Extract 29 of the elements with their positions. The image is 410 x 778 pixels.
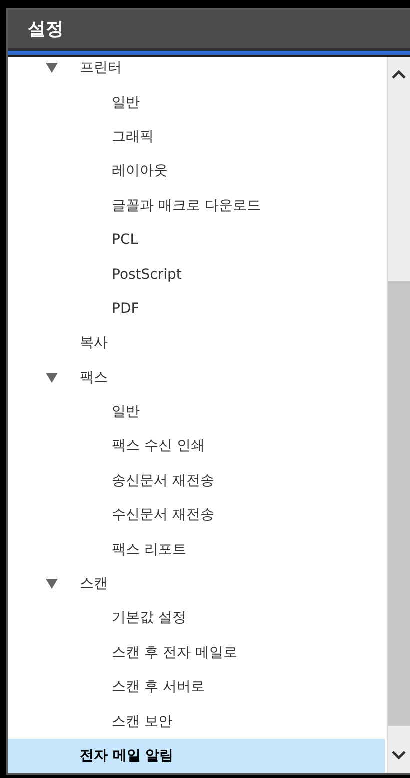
tree-item[interactable]: 수신문서 재전송 xyxy=(8,498,385,532)
panel-title: 설정 xyxy=(28,18,64,41)
expand-triangle-icon[interactable] xyxy=(46,372,58,383)
expand-triangle-icon[interactable] xyxy=(46,63,58,74)
tree-item[interactable]: 그래픽 xyxy=(8,120,385,154)
tree-item[interactable]: 복사 xyxy=(8,326,385,361)
tree-item[interactable]: 스캔 xyxy=(8,566,385,602)
tree-item[interactable]: 기본값 설정 xyxy=(8,601,385,636)
scroll-up-icon[interactable] xyxy=(391,70,407,80)
scrollbar[interactable] xyxy=(387,57,410,773)
scroll-thumb[interactable] xyxy=(388,281,410,726)
tree-item[interactable]: 전자 메일 알림 xyxy=(8,738,385,773)
tree-item[interactable]: 송신문서 재전송 xyxy=(8,464,385,498)
tree-item[interactable]: 팩스 xyxy=(8,360,385,395)
tree-item[interactable]: 스캔 보안 xyxy=(8,704,385,739)
tree-item[interactable]: PDF xyxy=(8,292,385,326)
tree-item[interactable]: 팩스 수신 인쇄 xyxy=(8,429,385,464)
tree-item[interactable]: PCL xyxy=(8,222,385,258)
tree-item[interactable]: 일반 xyxy=(8,85,385,120)
expand-triangle-icon[interactable] xyxy=(46,579,58,590)
tree-item[interactable]: 스캔 후 서버로 xyxy=(8,670,385,704)
tree-item[interactable]: PostScript xyxy=(8,257,385,292)
scroll-down-icon[interactable] xyxy=(391,750,407,760)
tree-item[interactable]: 레이아웃 xyxy=(8,154,385,189)
tree-item[interactable]: 팩스 리포트 xyxy=(8,532,385,567)
tree-item[interactable]: 글꼴과 매크로 다운로드 xyxy=(8,188,385,223)
tree-item[interactable]: 스캔 후 전자 메일로 xyxy=(8,636,385,670)
tree-item[interactable]: 프린터 xyxy=(8,57,385,86)
tree-item[interactable]: 일반 xyxy=(8,394,385,430)
